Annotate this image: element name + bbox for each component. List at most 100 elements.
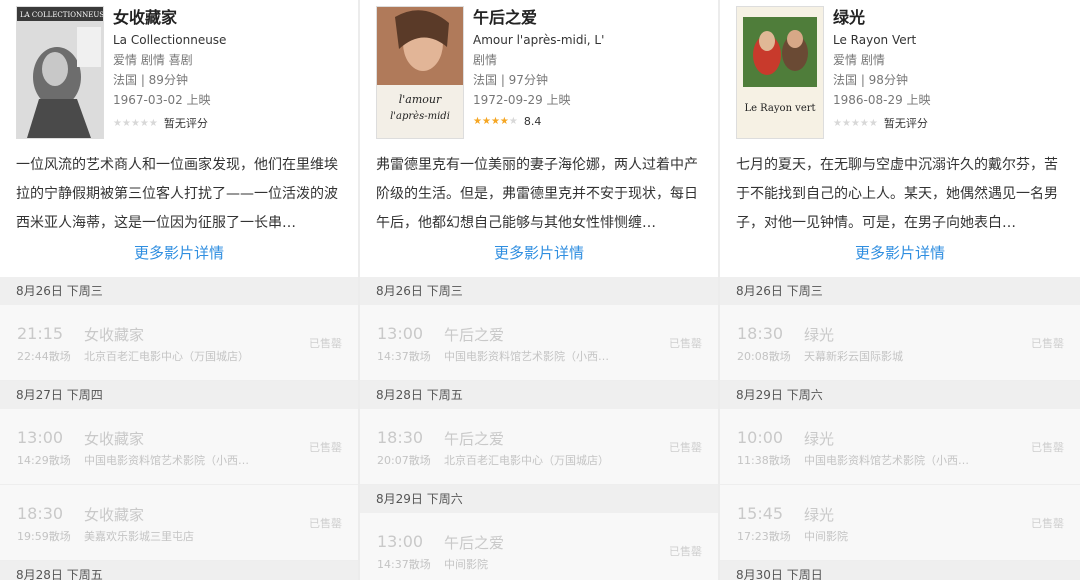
show-movie-name: 女收藏家 [84, 506, 145, 524]
show-end-time: 19:59散场 [17, 530, 71, 543]
showtime-row[interactable]: 18:30 午后之爱 20:07散场 北京百老汇电影中心（万国城店） 已售罄 [360, 409, 718, 485]
show-cinema: 中国电影资料馆艺术影院（小西天… [804, 454, 979, 467]
movie-rating: ★★★★★ 暂无评分 [113, 115, 350, 131]
show-movie-name: 午后之爱 [444, 430, 505, 448]
show-cinema: 天幕新彩云国际影城 [804, 350, 903, 363]
show-movie-name: 女收藏家 [84, 430, 145, 448]
movie-poster[interactable]: LA COLLECTIONNEUSE [16, 6, 104, 139]
movie-info: 女收藏家 La Collectionneuse 爱情 剧情 喜剧 法国 | 89分钟 1… [113, 8, 350, 131]
showtime-row[interactable]: 21:15 女收藏家 22:44散场 北京百老汇电影中心（万国城店） 已售罄 [0, 305, 358, 381]
svg-text:l'après-midi: l'après-midi [390, 111, 450, 122]
date-header: 8月26日 下周三 [360, 277, 718, 305]
star-icon: ★ [130, 117, 140, 129]
movie-rating: ★★★★★ 8.4 [473, 115, 710, 128]
showtime-row[interactable]: 10:00 绿光 11:38散场 中国电影资料馆艺术影院（小西天… 已售罄 [720, 409, 1080, 485]
movie-schedule-page: LA COLLECTIONNEUSE 女收藏家 La Collectionneuse… [0, 0, 1080, 580]
star-icon: ★ [841, 117, 851, 129]
movie-info: 绿光 Le Rayon Vert 爱情 剧情法国 | 98分钟 1986-08-29 … [833, 8, 1072, 131]
show-start-time: 18:30 [17, 504, 64, 523]
star-icon: ★ [473, 116, 482, 127]
showtime-row[interactable]: 18:30 女收藏家 19:59散场 美嘉欢乐影城三里屯店 已售罄 [0, 485, 358, 561]
sold-out-status: 已售罄 [1031, 441, 1064, 454]
star-icon: ★ [490, 116, 500, 127]
movie-poster[interactable]: l'amour l'après-midi [376, 6, 464, 139]
star-icon: ★ [121, 117, 131, 129]
movie-genres: 剧情 [473, 53, 498, 67]
show-start-time: 13:00 [17, 428, 64, 447]
more-details-link[interactable]: 更多影片详情 [360, 243, 718, 277]
sold-out-status: 已售罄 [1031, 517, 1064, 530]
show-end-time: 14:37散场 [377, 558, 431, 571]
showtime-row[interactable]: 15:45 绿光 17:23散场 中间影院 已售罄 [720, 485, 1080, 561]
svg-text:l'amour: l'amour [399, 93, 442, 106]
show-cinema: 北京百老汇电影中心（万国城店） [84, 350, 249, 363]
svg-text:Le Rayon vert: Le Rayon vert [744, 103, 815, 114]
star-icon: ★ [481, 116, 491, 127]
sold-out-status: 已售罄 [309, 337, 342, 350]
show-movie-name: 绿光 [804, 430, 835, 448]
movie-genres: 爱情 剧情 [833, 53, 885, 67]
movie-description: 七月的夏天，在无聊与空虚中沉溺许久的戴尔芬，苦于不能找到自己的心上人。某天，她偶… [736, 157, 1058, 231]
star-icon: ★ [859, 117, 869, 129]
showtime-row[interactable]: 18:30 绿光 20:08散场 天幕新彩云国际影城 已售罄 [720, 305, 1080, 381]
show-end-time: 20:07散场 [377, 454, 431, 467]
movie-column: LA COLLECTIONNEUSE 女收藏家 La Collectionneuse… [0, 0, 358, 580]
movie-header[interactable]: l'amour l'après-midi 午后之爱 Amour l'après-mid… [360, 0, 718, 145]
more-details-link[interactable]: 更多影片详情 [720, 243, 1080, 277]
movie-country-duration: 法国 | 98分钟 [833, 73, 908, 87]
movie-title[interactable]: 女收藏家 [113, 8, 350, 28]
show-start-time: 18:30 [737, 324, 784, 343]
rating-score: 8.4 [523, 115, 542, 128]
showtime-row[interactable]: 13:00 女收藏家 14:29散场 中国电影资料馆艺术影院（小西天… 已售罄 [0, 409, 358, 485]
sold-out-status: 已售罄 [1031, 337, 1064, 350]
movie-country-duration: 法国 | 97分钟 [473, 73, 548, 87]
more-details-link[interactable]: 更多影片详情 [0, 243, 358, 277]
movie-release-date: 1972-09-29 上映 [473, 93, 571, 107]
date-header: 8月29日 下周六 [720, 381, 1080, 409]
poster-title-text: LA COLLECTIONNEUSE [20, 11, 103, 19]
sold-out-status: 已售罄 [309, 441, 342, 454]
date-header: 8月27日 下周四 [0, 381, 358, 409]
show-cinema: 美嘉欢乐影城三里屯店 [84, 530, 194, 543]
show-start-time: 21:15 [17, 324, 64, 343]
movie-info: 午后之爱 Amour l'après-midi, L' 剧情法国 | 97分钟 197… [473, 8, 710, 128]
movie-title[interactable]: 午后之爱 [473, 8, 710, 28]
show-end-time: 17:23散场 [737, 530, 791, 543]
movie-header[interactable]: LA COLLECTIONNEUSE 女收藏家 La Collectionneuse… [0, 0, 358, 145]
movie-original-title: Le Rayon Vert [833, 33, 917, 47]
movie-country-duration: 法国 | 89分钟 [113, 73, 188, 87]
show-end-time: 14:37散场 [377, 350, 431, 363]
date-header: 8月28日 下周五 [0, 561, 358, 580]
movie-genres: 爱情 剧情 喜剧 [113, 53, 193, 67]
star-icon: ★ [508, 116, 518, 127]
show-start-time: 18:30 [377, 428, 424, 447]
movie-poster[interactable]: Le Rayon vert [736, 6, 824, 139]
show-end-time: 11:38散场 [737, 454, 791, 467]
rating-stars: ★★★★★ [473, 116, 518, 127]
movie-original-title: La Collectionneuse [113, 33, 227, 47]
date-header: 8月30日 下周日 [720, 561, 1080, 580]
date-header: 8月26日 下周三 [0, 277, 358, 305]
show-cinema: 中国电影资料馆艺术影院（小西天… [84, 454, 259, 467]
movie-release-date: 1986-08-29 上映 [833, 93, 931, 107]
date-header: 8月28日 下周五 [360, 381, 718, 409]
movie-original-title: Amour l'après-midi, L' [473, 33, 605, 47]
show-end-time: 20:08散场 [737, 350, 791, 363]
show-end-time: 22:44散场 [17, 350, 71, 363]
showtime-row[interactable]: 13:00 午后之爱 14:37散场 中国电影资料馆艺术影院（小西… 已售罄 [360, 305, 718, 381]
movie-title[interactable]: 绿光 [833, 8, 1072, 28]
rating-stars: ★★★★★ [833, 118, 878, 129]
show-cinema: 北京百老汇电影中心（万国城店） [444, 454, 609, 467]
sold-out-status: 已售罄 [309, 517, 342, 530]
star-icon: ★ [850, 117, 860, 129]
show-movie-name: 午后之爱 [444, 534, 505, 552]
movie-description: 弗雷德里克有一位美丽的妻子海伦娜，两人过着中产阶级的生活。但是，弗雷德里克并不安… [376, 157, 698, 231]
date-header: 8月29日 下周六 [360, 485, 718, 513]
showtime-row[interactable]: 13:00 午后之爱 14:37散场 中间影院 已售罄 [360, 513, 718, 580]
show-movie-name: 午后之爱 [444, 326, 505, 344]
movie-header[interactable]: Le Rayon vert 绿光 Le Rayon Vert 爱情 剧情法国 | 98… [720, 0, 1080, 145]
rating-stars: ★★★★★ [113, 118, 158, 129]
rating-score: 暂无评分 [883, 117, 928, 130]
date-header: 8月26日 下周三 [720, 277, 1080, 305]
show-movie-name: 女收藏家 [84, 326, 145, 344]
